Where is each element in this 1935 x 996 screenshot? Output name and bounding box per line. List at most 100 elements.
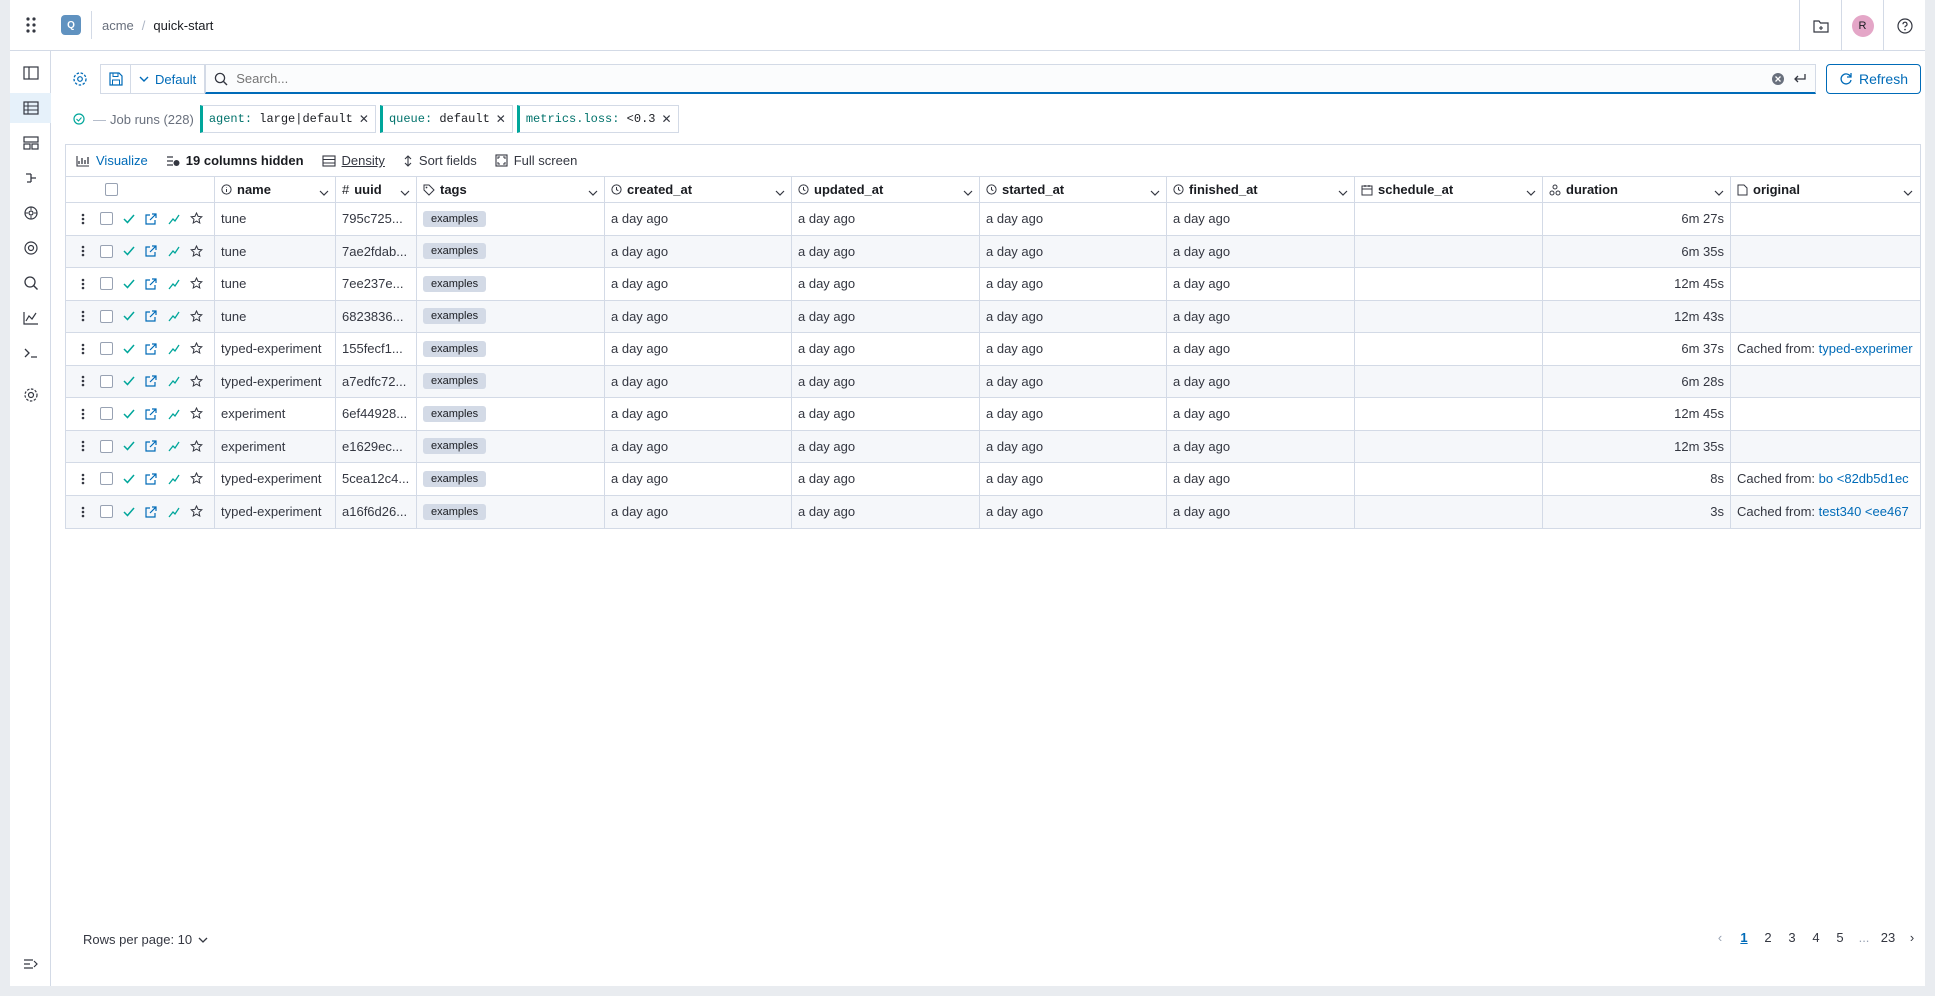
- open-external-icon[interactable]: [140, 343, 163, 355]
- row-checkbox[interactable]: [99, 212, 113, 226]
- star-icon[interactable]: [185, 244, 208, 258]
- table-row[interactable]: typed-experiment a16f6d26... examples a …: [66, 495, 1920, 528]
- chevron-down-icon[interactable]: [775, 184, 785, 199]
- chevron-down-icon[interactable]: [319, 184, 329, 199]
- compare-icon[interactable]: [163, 440, 186, 452]
- open-external-icon[interactable]: [140, 506, 163, 518]
- drag-handle-icon[interactable]: [72, 506, 95, 518]
- help-icon[interactable]: [1883, 0, 1925, 51]
- cell-uuid[interactable]: 155fecf1...: [336, 333, 417, 365]
- table-row[interactable]: tune 7ee237e... examples a day ago a day…: [66, 268, 1920, 301]
- row-checkbox[interactable]: [99, 374, 113, 388]
- page-1-button[interactable]: 1: [1735, 930, 1753, 945]
- compare-icon[interactable]: [163, 473, 186, 485]
- tag-badge[interactable]: examples: [423, 340, 487, 357]
- nav-agents-icon[interactable]: [10, 198, 51, 228]
- open-external-icon[interactable]: [140, 408, 163, 420]
- breadcrumb-project[interactable]: quick-start: [153, 18, 213, 33]
- chevron-down-icon[interactable]: [1903, 184, 1913, 199]
- view-selector[interactable]: Default: [130, 64, 206, 94]
- compare-icon[interactable]: [163, 506, 186, 518]
- row-checkbox[interactable]: [99, 472, 113, 486]
- next-page-icon[interactable]: ›: [1903, 930, 1921, 945]
- chevron-down-icon[interactable]: [588, 184, 598, 199]
- breadcrumb-org[interactable]: acme: [102, 18, 134, 33]
- tag-badge[interactable]: examples: [423, 210, 487, 227]
- table-row[interactable]: experiment e1629ec... examples a day ago…: [66, 430, 1920, 463]
- table-row[interactable]: typed-experiment 155fecf1... examples a …: [66, 333, 1920, 366]
- cached-from-link[interactable]: bo <82db5d1ec: [1819, 471, 1909, 486]
- open-external-icon[interactable]: [140, 375, 163, 387]
- chevron-down-icon[interactable]: [1150, 184, 1160, 199]
- chevron-down-icon[interactable]: [1338, 184, 1348, 199]
- clear-search-icon[interactable]: [1771, 72, 1785, 86]
- density-button[interactable]: Density: [321, 153, 385, 168]
- cell-name[interactable]: tune: [215, 203, 336, 235]
- compare-icon[interactable]: [163, 278, 186, 290]
- cell-uuid[interactable]: 6823836...: [336, 300, 417, 332]
- row-checkbox[interactable]: [99, 309, 113, 323]
- star-icon[interactable]: [185, 407, 208, 420]
- close-icon[interactable]: ✕: [359, 112, 369, 126]
- tag-badge[interactable]: examples: [423, 243, 487, 260]
- compare-icon[interactable]: [163, 245, 186, 257]
- table-row[interactable]: experiment 6ef44928... examples a day ag…: [66, 398, 1920, 431]
- nav-components-icon[interactable]: [10, 128, 51, 158]
- full-screen-button[interactable]: Full screen: [495, 153, 577, 168]
- nav-collapse-icon[interactable]: [10, 949, 51, 979]
- tag-badge[interactable]: examples: [423, 373, 487, 390]
- column-header-finished-at[interactable]: finished_at: [1167, 177, 1355, 202]
- row-checkbox[interactable]: [99, 277, 113, 291]
- cell-name[interactable]: experiment: [215, 398, 336, 430]
- row-checkbox[interactable]: [99, 407, 113, 421]
- drag-handle-icon[interactable]: [72, 375, 95, 387]
- column-header-updated-at[interactable]: updated_at: [792, 177, 980, 202]
- compare-icon[interactable]: [163, 310, 186, 322]
- page-4-button[interactable]: 4: [1807, 930, 1825, 945]
- cell-name[interactable]: typed-experiment: [215, 495, 336, 528]
- cell-name[interactable]: typed-experiment: [215, 333, 336, 365]
- nav-connections-icon[interactable]: [10, 233, 51, 263]
- open-external-icon[interactable]: [140, 213, 163, 225]
- project-avatar[interactable]: Q: [61, 15, 81, 35]
- cell-uuid[interactable]: 795c725...: [336, 203, 417, 235]
- tag-badge[interactable]: examples: [423, 438, 487, 455]
- page-last-button[interactable]: 23: [1879, 930, 1897, 945]
- open-external-icon[interactable]: [140, 473, 163, 485]
- filter-pill-metrics-loss[interactable]: metrics.loss: <0.3 ✕: [516, 105, 679, 133]
- visualize-button[interactable]: Visualize: [76, 153, 148, 168]
- star-icon[interactable]: [185, 505, 208, 518]
- tag-badge[interactable]: examples: [423, 503, 487, 520]
- column-header-uuid[interactable]: # uuid: [336, 177, 417, 202]
- cell-uuid[interactable]: e1629ec...: [336, 430, 417, 462]
- drag-handle-icon[interactable]: [72, 440, 95, 452]
- gear-icon[interactable]: [65, 64, 95, 94]
- page-3-button[interactable]: 3: [1783, 930, 1801, 945]
- table-row[interactable]: tune 6823836... examples a day ago a day…: [66, 300, 1920, 333]
- nav-runs-icon[interactable]: [10, 93, 51, 123]
- page-5-button[interactable]: 5: [1831, 930, 1849, 945]
- compare-icon[interactable]: [163, 375, 186, 387]
- tag-badge[interactable]: examples: [423, 308, 487, 325]
- row-checkbox[interactable]: [99, 505, 113, 519]
- columns-hidden-button[interactable]: 19 columns hidden: [166, 153, 304, 168]
- chevron-down-icon[interactable]: [963, 184, 973, 199]
- row-checkbox[interactable]: [99, 342, 113, 356]
- compare-icon[interactable]: [163, 343, 186, 355]
- cell-name[interactable]: typed-experiment: [215, 463, 336, 495]
- rows-per-page-select[interactable]: Rows per page: 10: [83, 932, 208, 947]
- star-icon[interactable]: [185, 212, 208, 225]
- compare-icon[interactable]: [163, 408, 186, 420]
- drag-handle-icon[interactable]: [72, 245, 95, 257]
- table-row[interactable]: tune 7ae2fdab... examples a day ago a da…: [66, 235, 1920, 268]
- open-external-icon[interactable]: [140, 245, 163, 257]
- cell-uuid[interactable]: 6ef44928...: [336, 398, 417, 430]
- search-input[interactable]: [236, 71, 1771, 86]
- cell-name[interactable]: tune: [215, 268, 336, 300]
- row-checkbox[interactable]: [99, 439, 113, 453]
- column-header-name[interactable]: name: [215, 177, 336, 202]
- nav-charts-icon[interactable]: [10, 303, 51, 333]
- folder-icon[interactable]: [1799, 0, 1841, 51]
- close-icon[interactable]: ✕: [496, 112, 506, 126]
- drag-handle-icon[interactable]: [72, 278, 95, 290]
